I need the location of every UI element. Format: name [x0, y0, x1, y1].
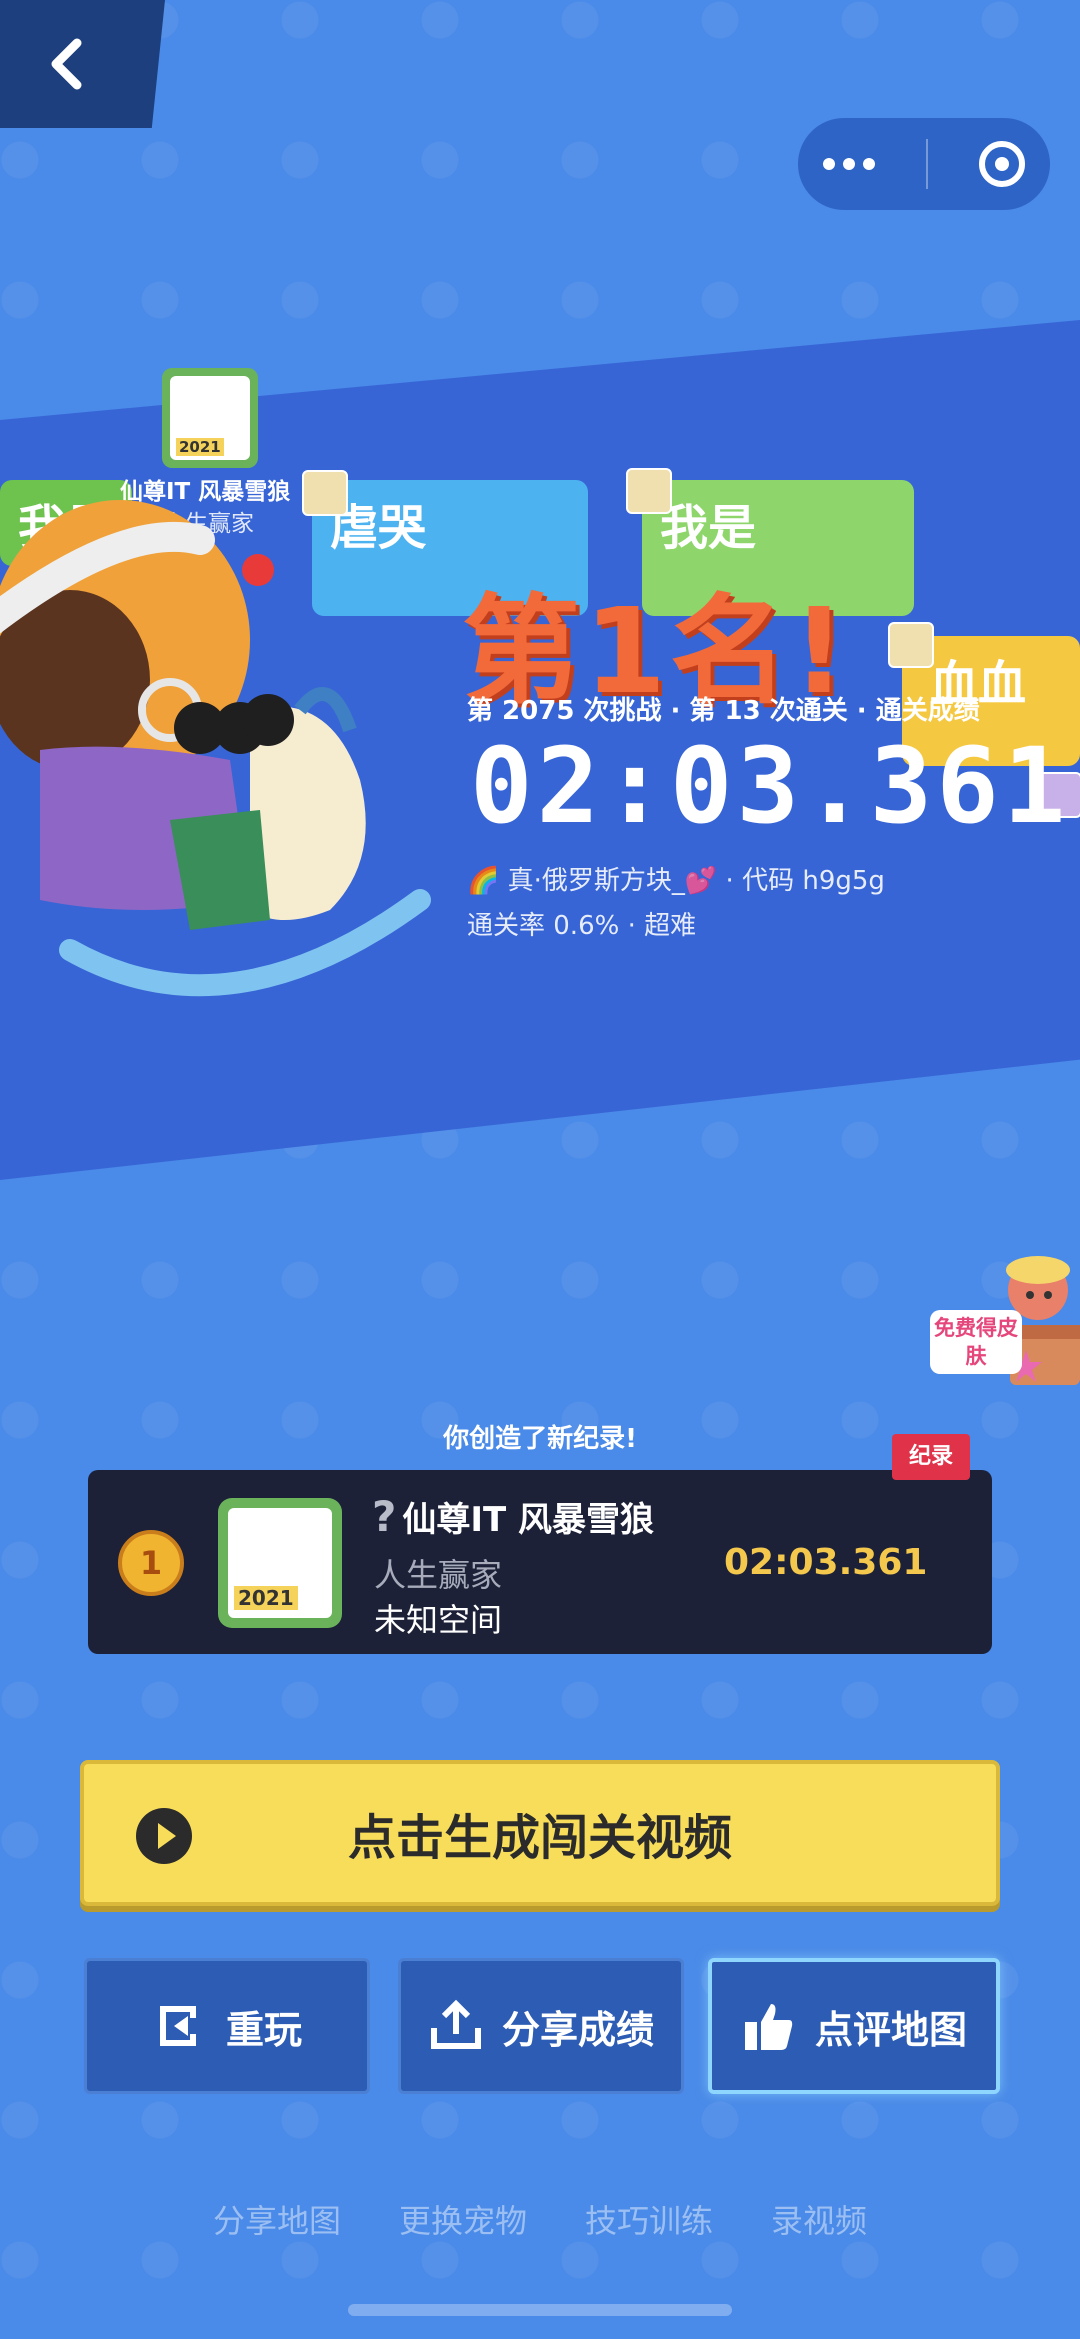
- level-name-code: 🌈 真·俄罗斯方块_💕 · 代码 h9g5g: [467, 866, 885, 896]
- capsule-divider: [925, 139, 928, 189]
- record-player-name: ? 仙尊IT 风暴雪狼: [372, 1492, 654, 1541]
- challenge-count-text: 第 2075 次挑战 · 第 13 次通关 · 通关成绩: [467, 696, 980, 726]
- footer-link-change-pet[interactable]: 更换宠物: [399, 2196, 527, 2242]
- danmaku-avatar: [888, 622, 934, 668]
- thumbs-up-icon: [744, 2004, 793, 2050]
- more-dots-icon[interactable]: [823, 158, 876, 170]
- review-map-label: 点评地图: [814, 2007, 967, 2052]
- replay-label: 重玩: [225, 2007, 302, 2052]
- share-score-label: 分享成绩: [501, 2007, 654, 2052]
- clear-rate-text: 通关率 0.6% · 超难: [467, 911, 697, 941]
- generate-video-label: 点击生成闯关视频: [347, 1810, 732, 1866]
- generate-video-button[interactable]: 点击生成闯关视频: [80, 1760, 1000, 1906]
- free-skin-label: 免费得皮肤: [930, 1310, 1022, 1374]
- review-map-button[interactable]: 点评地图: [708, 1958, 1000, 2094]
- free-skin-promo[interactable]: 免费得皮肤: [930, 1240, 1080, 1400]
- avatar-year: 2021: [176, 438, 224, 456]
- chevron-left-icon: [51, 38, 81, 90]
- record-space: 未知空间: [374, 1601, 503, 1639]
- target-circle-icon[interactable]: [978, 141, 1025, 187]
- rank-medal-icon: 1: [118, 1530, 184, 1596]
- clear-time-display: 02:03.361: [470, 725, 1070, 847]
- record-tag: 纪录: [892, 1434, 970, 1480]
- home-indicator[interactable]: [348, 2304, 732, 2316]
- record-time: 02:03.361: [724, 1542, 928, 1583]
- footer-link-record-video[interactable]: 录视频: [771, 2196, 867, 2242]
- pet-character-illustration: [0, 480, 440, 1020]
- record-card: 纪录 1 2021 ? 仙尊IT 风暴雪狼 人生赢家 未知空间 02:03.361: [88, 1434, 992, 1654]
- footer-links: 分享地图 更换宠物 技巧训练 录视频: [0, 2196, 1080, 2242]
- record-avatar-year: 2021: [234, 1586, 298, 1610]
- record-player-title: 人生赢家: [374, 1556, 503, 1594]
- footer-link-share-map[interactable]: 分享地图: [213, 2196, 341, 2242]
- replay-icon: [159, 2006, 196, 2046]
- footer-link-skill-training[interactable]: 技巧训练: [585, 2196, 713, 2242]
- player-avatar: 2021: [162, 368, 258, 468]
- play-icon: [136, 1808, 192, 1864]
- share-score-button[interactable]: 分享成绩: [398, 1958, 684, 2094]
- share-upload-icon: [430, 1999, 481, 2049]
- danmaku-avatar: [626, 468, 672, 514]
- mini-program-capsule: [798, 118, 1050, 210]
- question-mark-icon: ?: [372, 1492, 397, 1541]
- record-avatar: 2021: [218, 1498, 342, 1628]
- replay-button[interactable]: 重玩: [84, 1958, 370, 2094]
- back-button[interactable]: [0, 0, 165, 128]
- record-player-name-text: 仙尊IT 风暴雪狼: [402, 1500, 655, 1540]
